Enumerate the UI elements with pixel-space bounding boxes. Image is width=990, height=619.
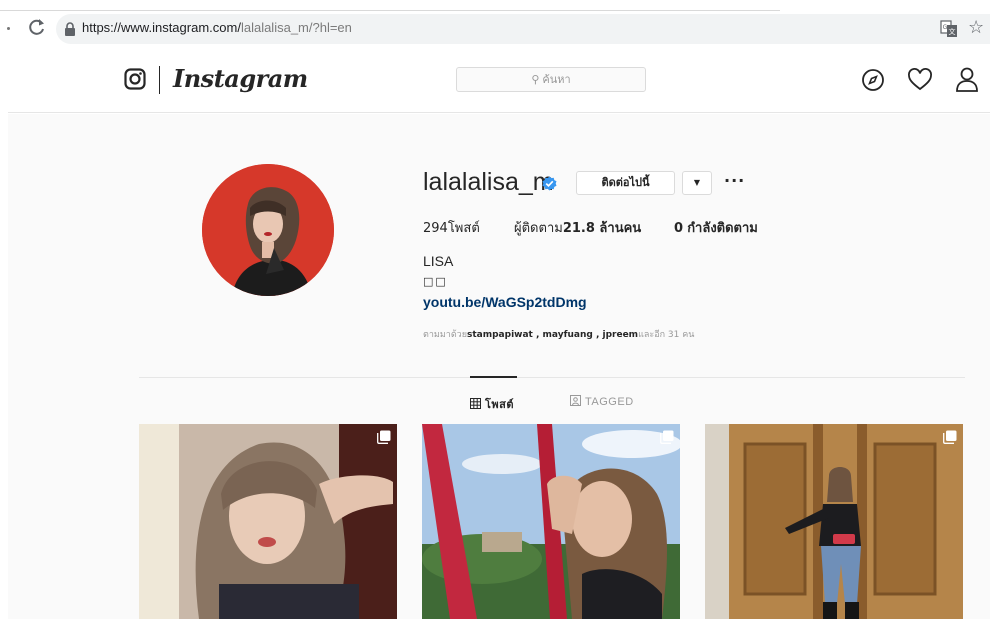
tab-posts-label: โพสต์ [485, 398, 515, 411]
tagged-icon [570, 395, 581, 406]
heart-icon[interactable] [907, 68, 933, 92]
followers-label: ผู้ติดตาม [514, 221, 563, 236]
stat-followers[interactable]: ผู้ติดตาม21.8 ล้านคน [514, 217, 641, 238]
bio-emoji: □□ [423, 275, 448, 288]
following-label: กำลังติดตาม [687, 221, 758, 236]
browser-top-line [0, 10, 780, 11]
stat-posts: 294โพสต์ [423, 217, 480, 238]
url-host: https://www.instagram.com/ [82, 20, 241, 35]
tab-posts[interactable]: โพสต์ [470, 395, 514, 413]
more-options-icon[interactable]: ··· [724, 172, 745, 190]
reload-icon[interactable] [26, 16, 48, 38]
followed-by-suffix: และอีก 31 คน [638, 330, 695, 340]
active-tab-indicator [470, 376, 517, 378]
user-icon[interactable] [955, 66, 979, 92]
post-thumbnail[interactable] [139, 424, 397, 619]
tabs-divider [139, 377, 965, 378]
instagram-wordmark[interactable]: Instagram [173, 64, 308, 93]
grid-icon [470, 398, 481, 409]
svg-text:文: 文 [949, 27, 956, 36]
bio-link[interactable]: youtu.be/WaGSp2tdDmg [423, 294, 587, 310]
search-icon: ⚲ [531, 73, 540, 86]
instagram-logo-icon[interactable] [124, 68, 146, 90]
lock-icon [65, 22, 75, 36]
post-thumbnail[interactable] [422, 424, 680, 619]
posts-count: 294 [423, 221, 448, 236]
search-placeholder: ค้นหา [542, 73, 571, 86]
following-count: 0 [674, 221, 684, 236]
followed-by-prefix: ตามมาด้วย [423, 330, 467, 340]
post-image [705, 424, 963, 619]
translate-icon[interactable]: 文 G [940, 20, 958, 38]
profile-username: lalalalisa_m [423, 168, 554, 196]
post-image [422, 424, 680, 619]
back-button-edge[interactable] [7, 27, 10, 30]
svg-text:G: G [943, 24, 948, 31]
tab-tagged[interactable]: TAGGED [570, 395, 634, 408]
multiple-photos-icon [943, 430, 957, 444]
bookmark-star-icon[interactable]: ☆ [968, 17, 984, 39]
profile-avatar[interactable] [202, 164, 334, 296]
compass-icon[interactable] [861, 68, 885, 92]
multiple-photos-icon [660, 430, 674, 444]
tab-tagged-label: TAGGED [585, 396, 634, 408]
post-image [139, 424, 397, 619]
followers-count: 21.8 ล้านคน [562, 221, 642, 236]
followed-by-names: stampapiwat , mayfuang , jpreem [467, 330, 639, 340]
suggestions-dropdown-button[interactable]: ▼ [682, 171, 712, 195]
url-path: lalalalisa_m/?hl=en [240, 20, 352, 35]
verified-badge-icon [542, 176, 557, 191]
avatar-photo [202, 164, 334, 296]
followed-by-line[interactable]: ตามมาด้วยstampapiwat , mayfuang , jpreem… [423, 327, 694, 341]
search-input[interactable]: ⚲ ค้นหา [456, 67, 646, 92]
logo-divider [159, 66, 160, 94]
url-text[interactable]: https://www.instagram.com/lalalalisa_m/?… [82, 20, 352, 35]
post-thumbnail[interactable] [705, 424, 963, 619]
follow-button[interactable]: ติดต่อไปนี้ [576, 171, 675, 195]
posts-label: โพสต์ [447, 221, 480, 236]
bio-name: LISA [423, 253, 454, 269]
stat-following[interactable]: 0 กำลังติดตาม [674, 217, 758, 238]
multiple-photos-icon [377, 430, 391, 444]
